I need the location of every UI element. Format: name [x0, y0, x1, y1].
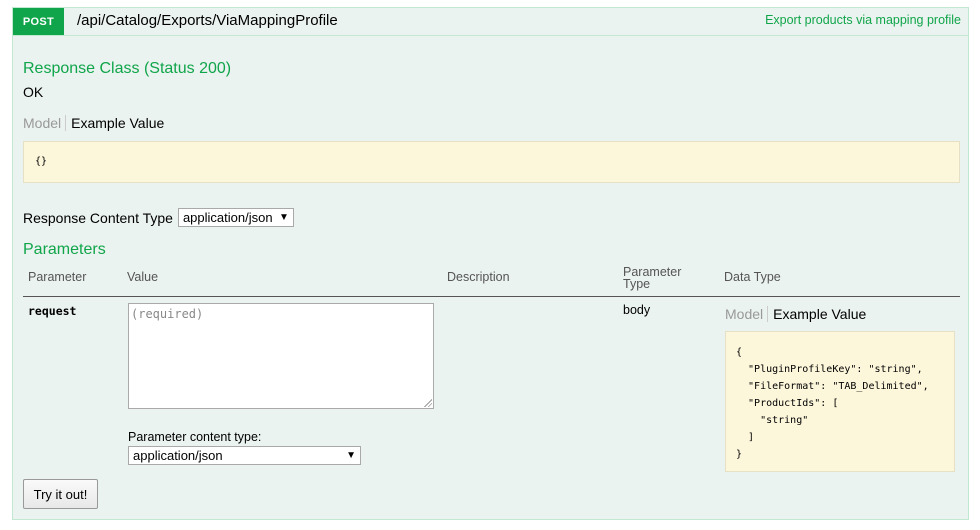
response-example-json: {}: [35, 156, 48, 167]
try-it-out-button[interactable]: Try it out!: [23, 479, 98, 509]
parameters-title: Parameters: [23, 241, 106, 258]
http-method-badge[interactable]: POST: [13, 8, 64, 35]
textarea-placeholder: (required): [131, 307, 204, 321]
tab-example-value[interactable]: Example Value: [768, 306, 866, 322]
data-type-model-tabs: Model Example Value: [725, 306, 866, 322]
response-class-title: Response Class (Status 200): [23, 60, 232, 77]
tab-example-value[interactable]: Example Value: [66, 115, 164, 131]
response-model-tabs: Model Example Value: [23, 115, 164, 131]
response-content-type: Response Content Type application/json ▼: [23, 208, 294, 227]
data-type-example-code[interactable]: { "PluginProfileKey": "string", "FileFor…: [725, 331, 955, 472]
col-header-parameter: Parameter: [28, 270, 87, 284]
response-example-code[interactable]: {}: [23, 141, 960, 183]
param-content-type-label: Parameter content type:: [128, 430, 262, 444]
endpoint-summary[interactable]: Export products via mapping profile: [765, 13, 961, 27]
col-header-parameter-type: Parameter Type: [623, 266, 681, 291]
col-header-data-type: Data Type: [724, 270, 781, 284]
request-body-textarea[interactable]: (required): [128, 303, 434, 409]
table-header-divider: [23, 296, 960, 297]
tab-model[interactable]: Model: [23, 115, 67, 131]
param-name-request: request: [28, 304, 77, 318]
response-content-type-value: application/json: [182, 210, 273, 225]
col-header-description: Description: [447, 270, 510, 284]
dropdown-arrow-icon: ▼: [346, 450, 356, 461]
endpoint-path[interactable]: /api/Catalog/Exports/ViaMappingProfile: [77, 12, 338, 29]
param-content-type-value: application/json: [133, 448, 223, 463]
param-content-type-select[interactable]: application/json ▼: [128, 446, 361, 465]
response-content-type-label: Response Content Type: [23, 209, 173, 226]
tab-model[interactable]: Model: [725, 306, 769, 322]
dropdown-arrow-icon: ▼: [279, 212, 289, 223]
col-header-value: Value: [127, 270, 159, 284]
param-type-value: body: [623, 303, 651, 317]
response-content-type-select[interactable]: application/json ▼: [177, 208, 294, 227]
response-status-text: OK: [23, 84, 44, 100]
col-header-parameter-type-line2: Type: [623, 277, 651, 291]
resize-handle-icon[interactable]: [424, 399, 432, 407]
operation-header[interactable]: POST /api/Catalog/Exports/ViaMappingProf…: [12, 7, 969, 36]
data-type-example-json: { "PluginProfileKey": "string", "FileFor…: [736, 347, 929, 460]
